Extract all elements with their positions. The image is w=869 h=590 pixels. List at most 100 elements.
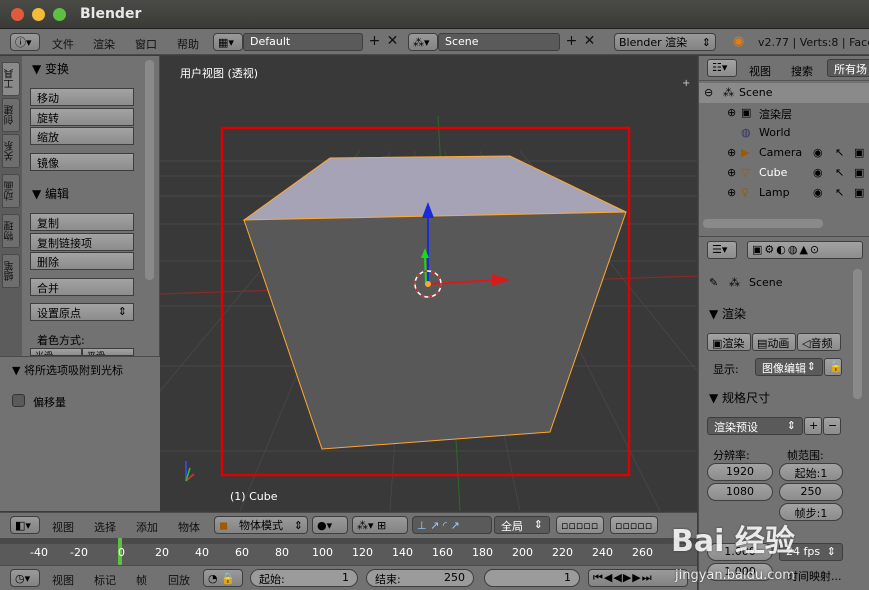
display-mode-select[interactable]: 图像编辑 ⇕ <box>755 358 823 376</box>
outliner-editor-type-button[interactable]: ☷▾ <box>707 59 737 77</box>
properties-scrollbar[interactable] <box>853 269 862 399</box>
add-layout-icon[interactable]: + <box>367 34 382 50</box>
expand-panel-icon[interactable]: + <box>682 78 690 89</box>
resolution-y-field[interactable]: 1080 <box>707 483 773 501</box>
timeline-ruler[interactable]: -40 -20 0 20 40 60 80 100 120 140 160 18… <box>0 538 697 565</box>
dimensions-panel-header[interactable]: ▼ 规格尺寸 <box>709 389 770 406</box>
visibility-eye-icon[interactable]: ◉ <box>813 186 823 199</box>
transform-orientation-select[interactable]: 全局 ⇕ <box>494 516 550 534</box>
timeline-menu-frame[interactable]: 帧 <box>136 572 147 588</box>
render-panel-header[interactable]: ▼ 渲染 <box>709 305 746 322</box>
properties-editor-type-button[interactable]: ☰▾ <box>707 241 737 259</box>
expand-icon[interactable]: ⊕ <box>727 166 736 179</box>
minimize-window-button[interactable] <box>32 8 45 21</box>
tab-animation[interactable]: 动画 <box>2 174 20 208</box>
outliner-menu-search[interactable]: 搜索 <box>791 63 813 79</box>
outliner-item-lamp[interactable]: Lamp <box>759 186 790 199</box>
outliner-item-scene[interactable]: Scene <box>739 86 773 99</box>
outliner-item-world[interactable]: World <box>759 126 791 139</box>
visibility-eye-icon[interactable]: ◉ <box>813 146 823 159</box>
3d-menu-object[interactable]: 物体 <box>178 519 200 535</box>
properties-context-tabs[interactable]: ▣⚙◐◍▲⊙ <box>747 241 863 259</box>
outliner-display-mode[interactable]: 所有场 <box>827 59 869 77</box>
manipulator-toggles[interactable]: ⊥ ↗ ◜ ↗ <box>412 516 492 534</box>
expand-icon[interactable]: ⊕ <box>727 146 736 159</box>
3d-menu-select[interactable]: 选择 <box>94 519 116 535</box>
3d-viewport[interactable]: 用户视图 (透视) (1) Cube + <box>160 56 697 511</box>
3d-menu-view[interactable]: 视图 <box>52 519 74 535</box>
outliner-scrollbar[interactable] <box>703 219 823 228</box>
remove-preset-icon[interactable]: − <box>823 417 841 435</box>
visibility-eye-icon[interactable]: ◉ <box>813 166 823 179</box>
delete-scene-icon[interactable]: ✕ <box>582 34 597 50</box>
pivot-point-select[interactable]: ⁂▾ ⊞ <box>352 516 408 534</box>
interaction-mode-select[interactable]: ◼ 物体模式 ⇕ <box>214 516 308 534</box>
frame-end-field[interactable]: 250 <box>779 483 843 501</box>
delete-layout-icon[interactable]: ✕ <box>385 34 400 50</box>
select-arrow-icon[interactable]: ↖ <box>835 186 844 199</box>
outliner-item-cube[interactable]: Cube <box>759 166 787 179</box>
move-button[interactable]: 移动 <box>30 88 134 106</box>
layer-buttons-2[interactable]: ▫▫▫▫▫ <box>610 516 658 534</box>
tab-tools[interactable]: 工具 <box>2 62 20 96</box>
timeline-menu-marker[interactable]: 标记 <box>94 572 116 588</box>
tab-grease-pencil[interactable]: 蜡笔 <box>2 254 20 288</box>
select-arrow-icon[interactable]: ↖ <box>835 146 844 159</box>
timeline-editor-type-button[interactable]: ◷▾ <box>10 569 40 587</box>
tool-shelf-scrollbar[interactable] <box>145 60 154 280</box>
delete-button[interactable]: 删除 <box>30 252 134 270</box>
render-engine-select[interactable]: Blender 渲染 ⇕ <box>614 33 716 51</box>
outliner-item-render-layers[interactable]: 渲染层 <box>759 106 792 122</box>
tab-relations[interactable]: 关系 <box>2 134 20 168</box>
end-frame-field[interactable]: 结束: 250 <box>366 569 474 587</box>
render-animation-button[interactable]: ▤动画 <box>752 333 796 351</box>
render-preset-select[interactable]: 渲染预设 ⇕ <box>707 417 803 435</box>
cube-front-face[interactable] <box>243 211 627 450</box>
join-button[interactable]: 合并 <box>30 278 134 296</box>
add-preset-icon[interactable]: + <box>804 417 822 435</box>
render-image-button[interactable]: ▣渲染 <box>707 333 751 351</box>
collapse-icon[interactable]: ⊖ <box>704 86 713 99</box>
layout-name-field[interactable]: Default <box>243 33 363 51</box>
pin-icon[interactable]: ✎ <box>709 276 718 289</box>
duplicate-linked-button[interactable]: 复制链接项 <box>30 233 134 251</box>
render-audio-button[interactable]: ◁音频 <box>797 333 841 351</box>
timeline-menu-view[interactable]: 视图 <box>52 572 74 588</box>
scene-name-field[interactable]: Scene <box>438 33 560 51</box>
timeline-menu-playback[interactable]: 回放 <box>168 572 190 588</box>
offset-checkbox[interactable] <box>12 394 25 407</box>
3d-view-editor-type-button[interactable]: ◧▾ <box>10 516 40 534</box>
rotate-button[interactable]: 旋转 <box>30 108 134 126</box>
resolution-x-field[interactable]: 1920 <box>707 463 773 481</box>
3d-menu-add[interactable]: 添加 <box>136 519 158 535</box>
close-window-button[interactable] <box>11 8 24 21</box>
edit-panel-header[interactable]: ▼ 编辑 <box>32 185 69 202</box>
tab-physics[interactable]: 物理 <box>2 214 20 248</box>
select-arrow-icon[interactable]: ↖ <box>835 166 844 179</box>
tab-create[interactable]: 创建 <box>2 98 20 132</box>
transform-panel-header[interactable]: ▼ 变换 <box>32 60 69 77</box>
flat-shading-button[interactable]: 平滑 <box>82 348 134 356</box>
mirror-button[interactable]: 镜像 <box>30 153 134 171</box>
scale-button[interactable]: 缩放 <box>30 127 134 145</box>
expand-icon[interactable]: ⊕ <box>727 186 736 199</box>
render-camera-icon[interactable]: ▣ <box>854 146 864 159</box>
maximize-window-button[interactable] <box>53 8 66 21</box>
viewport-shading-select[interactable]: ●▾ <box>312 516 348 534</box>
menu-render[interactable]: 渲染 <box>93 36 115 52</box>
editor-type-button[interactable]: ⓘ▾ <box>10 33 40 51</box>
menu-file[interactable]: 文件 <box>52 36 74 52</box>
render-camera-icon[interactable]: ▣ <box>854 186 864 199</box>
preview-range-button[interactable]: ◔ 🔒 <box>203 569 243 587</box>
smooth-shading-button[interactable]: 光滑 <box>30 348 82 356</box>
frame-start-field[interactable]: 起始:1 <box>779 463 843 481</box>
start-frame-field[interactable]: 起始: 1 <box>250 569 358 587</box>
render-camera-icon[interactable]: ▣ <box>854 166 864 179</box>
lock-icon[interactable]: 🔓 <box>824 358 843 376</box>
cube-top-face[interactable] <box>242 155 627 221</box>
current-frame-field[interactable]: 1 <box>484 569 580 587</box>
set-origin-select[interactable]: 设置原点 ⇕ <box>30 303 134 321</box>
layer-buttons-1[interactable]: ▫▫▫▫▫ <box>556 516 604 534</box>
menu-help[interactable]: 帮助 <box>177 36 199 52</box>
duplicate-button[interactable]: 复制 <box>30 213 134 231</box>
